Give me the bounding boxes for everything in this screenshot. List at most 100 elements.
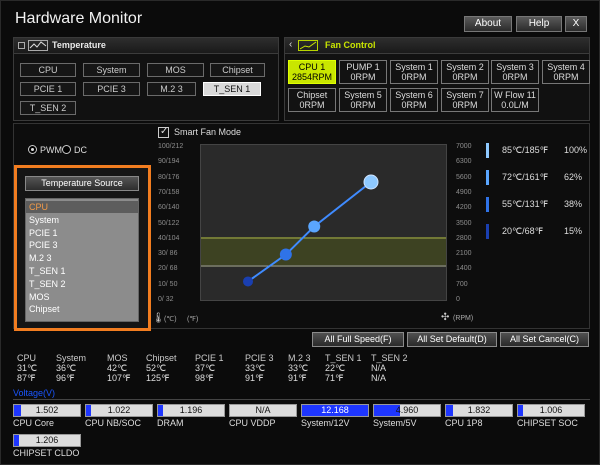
fan-button-cpu-1[interactable]: CPU 1 2854RPM [288, 60, 336, 84]
temp-button-system[interactable]: System [83, 63, 140, 77]
sensor-name: MOS [107, 353, 128, 363]
sensor-fahrenheit: 107℉ [107, 373, 131, 383]
sensor-fahrenheit: 87℉ [17, 373, 36, 383]
all-set-cancel-button[interactable]: All Set Cancel(C) [500, 332, 589, 347]
fan-speed: 0RPM [553, 72, 579, 82]
source-item-cpu[interactable]: CPU [26, 201, 138, 213]
source-item-pcie-1[interactable]: PCIE 1 [26, 227, 138, 239]
fan-speed: 0.0L/M [501, 100, 529, 110]
voltage-value: 1.006 [539, 405, 563, 415]
legend-temp: 85℃/185℉ [502, 145, 549, 155]
temp-button-pcie-1[interactable]: PCIE 1 [20, 82, 76, 96]
rpm-axis-tick: 4200 [456, 204, 472, 212]
source-item-mos[interactable]: MOS [26, 291, 138, 303]
fan-curve-graph[interactable] [200, 144, 447, 301]
voltage-value: 1.502 [35, 405, 59, 415]
pwm-label: PWM [40, 145, 62, 155]
legend-temp: 72℃/161℉ [502, 172, 549, 182]
pwm-radio[interactable] [28, 145, 37, 154]
expand-icon[interactable] [18, 42, 25, 49]
source-item-chipset[interactable]: Chipset [26, 303, 138, 315]
temperature-source-box: Temperature Source CPU System PCIE 1 PCIE 3… [14, 165, 151, 331]
fan-name: PUMP 1 [346, 62, 380, 72]
voltage-value: N/A [255, 405, 271, 415]
voltage-name: CPU Core [13, 418, 55, 428]
sensor-celsius: 33℃ [245, 363, 266, 373]
smart-fan-label: Smart Fan Mode [174, 127, 242, 137]
temp-button-mos[interactable]: MOS [147, 63, 204, 77]
temp-button-cpu[interactable]: CPU [20, 63, 76, 77]
fan-button-pump-1[interactable]: PUMP 1 0RPM [339, 60, 387, 84]
voltage-bar-system-12v: 12.168 [301, 404, 369, 417]
temp-button-m-2-3[interactable]: M.2 3 [147, 82, 196, 96]
sensor-name: System [56, 353, 87, 363]
source-item-t-sen-1[interactable]: T_SEN 1 [26, 265, 138, 277]
temp-axis-tick: 0/ 32 [158, 296, 174, 303]
all-full-speed-button[interactable]: All Full Speed(F) [312, 332, 404, 347]
temp-button-chipset[interactable]: Chipset [210, 63, 265, 77]
rpm-axis-tick: 3500 [456, 219, 472, 227]
fan-panel-title: Fan Control [325, 40, 376, 50]
sensor-chipset: Chipset 52℃ 125℉ [146, 353, 188, 383]
sensor-celsius: 22℃ [325, 363, 346, 373]
voltage-bar-cpu-1p8: 1.832 [445, 404, 513, 417]
fan-name: System 3 [496, 62, 534, 72]
chevron-left-icon[interactable]: ‹ [289, 39, 292, 50]
source-item-pcie-3[interactable]: PCIE 3 [26, 239, 138, 251]
temp-axis-tick: 40/104 [158, 234, 180, 242]
curve-point-4[interactable] [363, 174, 379, 190]
curve-point-2[interactable] [279, 248, 292, 261]
temp-button-t-sen-2[interactable]: T_SEN 2 [20, 101, 76, 115]
voltage-value: 4.960 [395, 405, 419, 415]
fan-speed: 0RPM [452, 100, 478, 110]
source-item-t-sen-2[interactable]: T_SEN 2 [26, 278, 138, 290]
sensor-fahrenheit: 98℉ [195, 373, 214, 383]
about-button[interactable]: About [464, 16, 512, 32]
sensor-celsius: 31℃ [17, 363, 38, 373]
curve-point-1[interactable] [243, 276, 253, 287]
voltage-bar-chipset-soc: 1.006 [517, 404, 585, 417]
fan-button-system-3[interactable]: System 3 0RPM [491, 60, 539, 84]
unit-celsius: (℃) [164, 316, 177, 323]
fan-speed: 0RPM [452, 72, 478, 82]
fan-button-system-1[interactable]: System 1 0RPM [390, 60, 438, 84]
rpm-axis-tick: 7000 [456, 143, 472, 150]
temp-button-pcie-3[interactable]: PCIE 3 [83, 82, 140, 96]
fan-button-system-2[interactable]: System 2 0RPM [441, 60, 489, 84]
close-button[interactable]: X [565, 16, 587, 32]
smart-fan-checkbox[interactable] [158, 126, 169, 138]
fan-button-chipset[interactable]: Chipset 0RPM [288, 88, 336, 112]
fan-button-w-flow-11[interactable]: W Flow 11 0.0L/M [491, 88, 539, 112]
temp-button-t-sen-1[interactable]: T_SEN 1 [203, 82, 261, 96]
legend-temp: 20℃/68℉ [502, 226, 544, 236]
temp-axis-tick: 90/194 [158, 158, 180, 166]
voltage-name: System/5V [373, 418, 417, 428]
voltage-fill [14, 405, 21, 416]
temp-axis-tick: 80/176 [158, 173, 180, 181]
fan-name: CPU 1 [298, 62, 326, 72]
temp-axis-tick: 60/140 [158, 204, 180, 212]
fan-name: Chipset [296, 90, 328, 100]
sensor-celsius: 36℃ [56, 363, 77, 373]
curve-point-3[interactable] [308, 220, 321, 233]
help-button[interactable]: Help [516, 16, 562, 32]
sensor-fahrenheit: 71℉ [325, 373, 344, 383]
sensor-name: CPU [17, 353, 37, 363]
legend-percent: 38% [564, 199, 583, 209]
fan-control-panel: ‹ Fan Control CPU 1 2854RPM PUMP 1 0RPM Syst… [284, 37, 590, 121]
dc-radio[interactable] [62, 145, 71, 154]
sensor-cpu: CPU 31℃ 87℉ [17, 353, 59, 383]
voltage-bar-system-5v: 4.960 [373, 404, 441, 417]
all-set-default-button[interactable]: All Set Default(D) [407, 332, 497, 347]
fan-button-system-5[interactable]: System 5 0RPM [339, 88, 387, 112]
voltage-fill [14, 435, 20, 446]
fan-button-system-6[interactable]: System 6 0RPM [390, 88, 438, 112]
voltage-fill [158, 405, 164, 416]
sensor-celsius: N/A [371, 363, 387, 373]
source-item-m-2-3[interactable]: M.2 3 [26, 252, 138, 264]
voltage-bar-dram: 1.196 [157, 404, 225, 417]
source-item-system[interactable]: System [26, 214, 138, 226]
fan-button-system-4[interactable]: System 4 0RPM [542, 60, 590, 84]
fan-button-system-7[interactable]: System 7 0RPM [441, 88, 489, 112]
voltage-bar-cpu-vddp: N/A [229, 404, 297, 417]
